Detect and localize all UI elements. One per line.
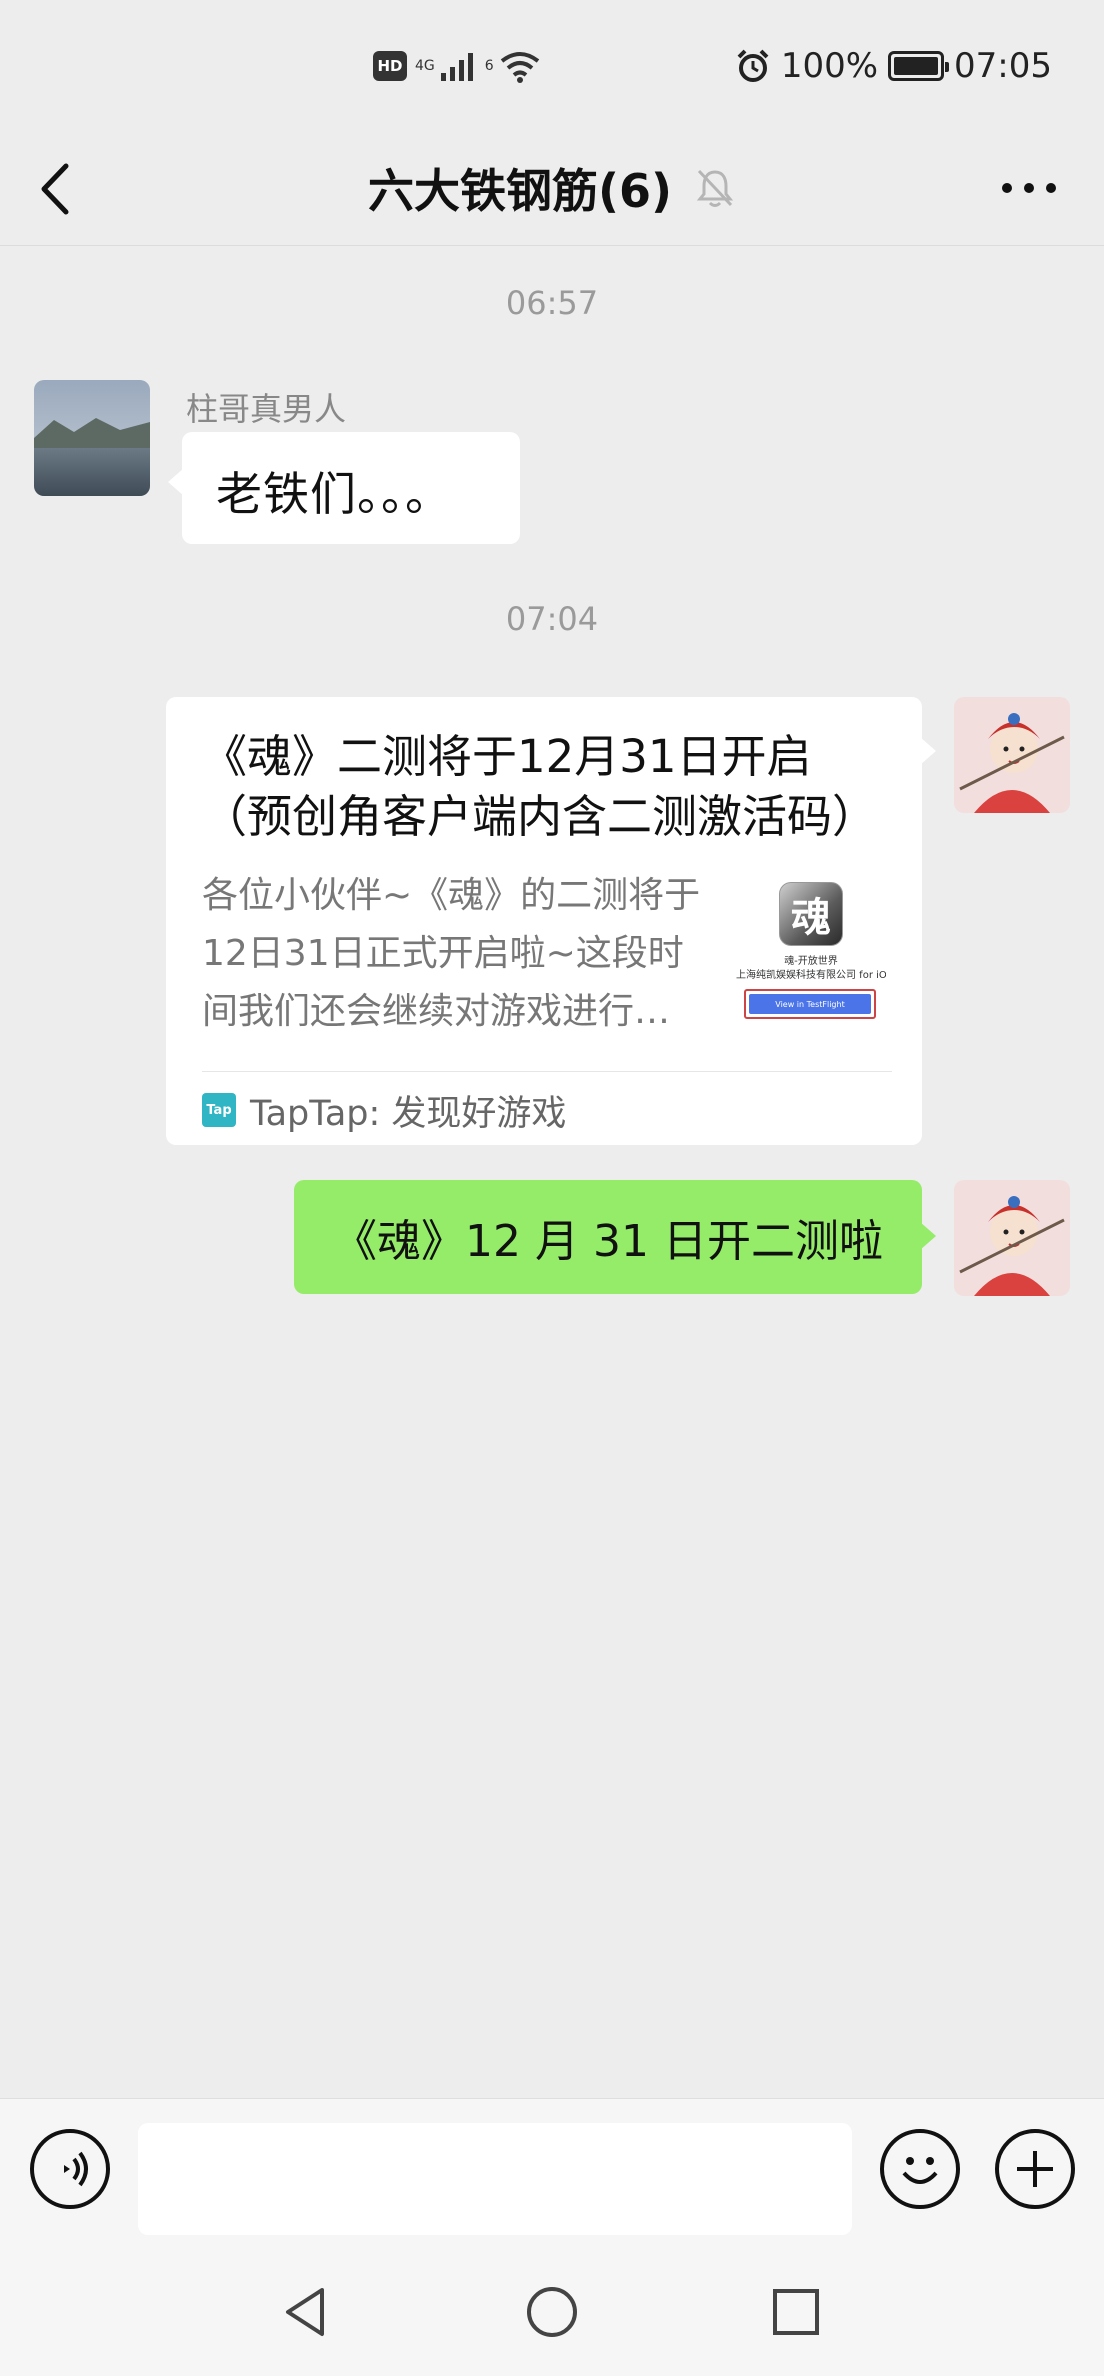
link-card-message[interactable]: 《魂》二测将于12月31日开启（预创角客户端内含二测激活码） 各位小伙伴~《魂》… xyxy=(166,697,936,1145)
chat-header: 六大铁钢筋(6) xyxy=(0,130,1104,246)
status-bar: HD 4G 6 100% 07:05 xyxy=(0,0,1104,130)
input-bar xyxy=(0,2098,1104,2246)
battery-percent: 100% xyxy=(780,46,879,86)
status-right-group: 100% 07:05 xyxy=(735,40,1052,92)
link-card-divider xyxy=(202,1071,892,1072)
message-bubble-outgoing[interactable]: 《魂》12 月 31 日开二测啦 xyxy=(294,1180,936,1294)
alarm-icon xyxy=(737,49,769,82)
link-card-thumbnail: 魂 魂-开放世界 上海纯凯娱娱科技有限公司 for iOS View in Te… xyxy=(736,882,886,1022)
plus-icon xyxy=(1017,2151,1053,2187)
title-group: 六大铁钢筋(6) xyxy=(0,148,1104,228)
voice-button[interactable] xyxy=(30,2129,110,2209)
sender-avatar[interactable] xyxy=(34,380,150,496)
network-type-label: 4G xyxy=(415,58,435,74)
bell-off-icon xyxy=(696,169,734,207)
status-left-group: HD 4G 6 xyxy=(373,44,542,88)
landscape-avatar-image xyxy=(34,380,150,496)
nav-back-icon xyxy=(286,2288,324,2336)
thumb-app-name: 魂-开放世界 xyxy=(784,956,838,967)
clock: 07:05 xyxy=(954,46,1052,86)
link-card-title: 《魂》二测将于12月31日开启（预创角客户端内含二测激活码） xyxy=(202,730,878,843)
opera-character-avatar-image xyxy=(954,1180,1070,1296)
timestamp-2: 07:04 xyxy=(505,600,599,638)
taptap-logo-icon: Tap xyxy=(202,1093,236,1127)
link-card-source-text: TapTap: 发现好游戏 xyxy=(250,1093,567,1134)
sender-name: 柱哥真男人 xyxy=(186,390,347,428)
self-avatar[interactable] xyxy=(954,697,1070,813)
emoji-icon xyxy=(902,2157,938,2184)
nav-home-button[interactable] xyxy=(524,2284,580,2340)
plus-button[interactable] xyxy=(995,2129,1075,2209)
voice-icon xyxy=(64,2151,88,2187)
opera-character-avatar-image xyxy=(954,697,1070,813)
thumb-button-frame: View in TestFlight xyxy=(744,989,876,1019)
nav-recent-button[interactable] xyxy=(768,2284,824,2340)
self-avatar-2[interactable] xyxy=(954,1180,1070,1296)
thumb-publisher: 上海纯凯娱娱科技有限公司 for iOS xyxy=(736,970,886,981)
link-card-source: Tap TapTap: 发现好游戏 xyxy=(202,1087,567,1134)
more-horizontal-icon xyxy=(1002,183,1056,193)
signal-icon xyxy=(440,53,473,81)
timestamp-1: 06:57 xyxy=(505,284,599,322)
thumb-testflight-button: View in TestFlight xyxy=(749,994,871,1014)
system-nav-bar xyxy=(0,2246,1104,2376)
more-button[interactable] xyxy=(994,158,1064,218)
hd-badge: HD xyxy=(373,51,407,81)
emoji-button[interactable] xyxy=(880,2129,960,2209)
wifi-icon xyxy=(500,52,539,83)
nav-back-button[interactable] xyxy=(278,2284,334,2340)
game-app-icon: 魂 xyxy=(779,882,843,946)
nav-recent-icon xyxy=(773,2289,819,2335)
nav-home-icon xyxy=(527,2287,577,2337)
battery-icon xyxy=(888,51,950,81)
chat-title: 六大铁钢筋(6) xyxy=(367,164,673,218)
message-bubble-incoming[interactable]: 老铁们。。。 xyxy=(168,432,520,544)
wifi-label: 6 xyxy=(484,58,494,74)
message-input[interactable] xyxy=(138,2123,852,2235)
link-card-description: 各位小伙伴~《魂》的二测将于12日31日正式开启啦~这段时间我们还会继续对游戏进… xyxy=(202,875,701,1032)
